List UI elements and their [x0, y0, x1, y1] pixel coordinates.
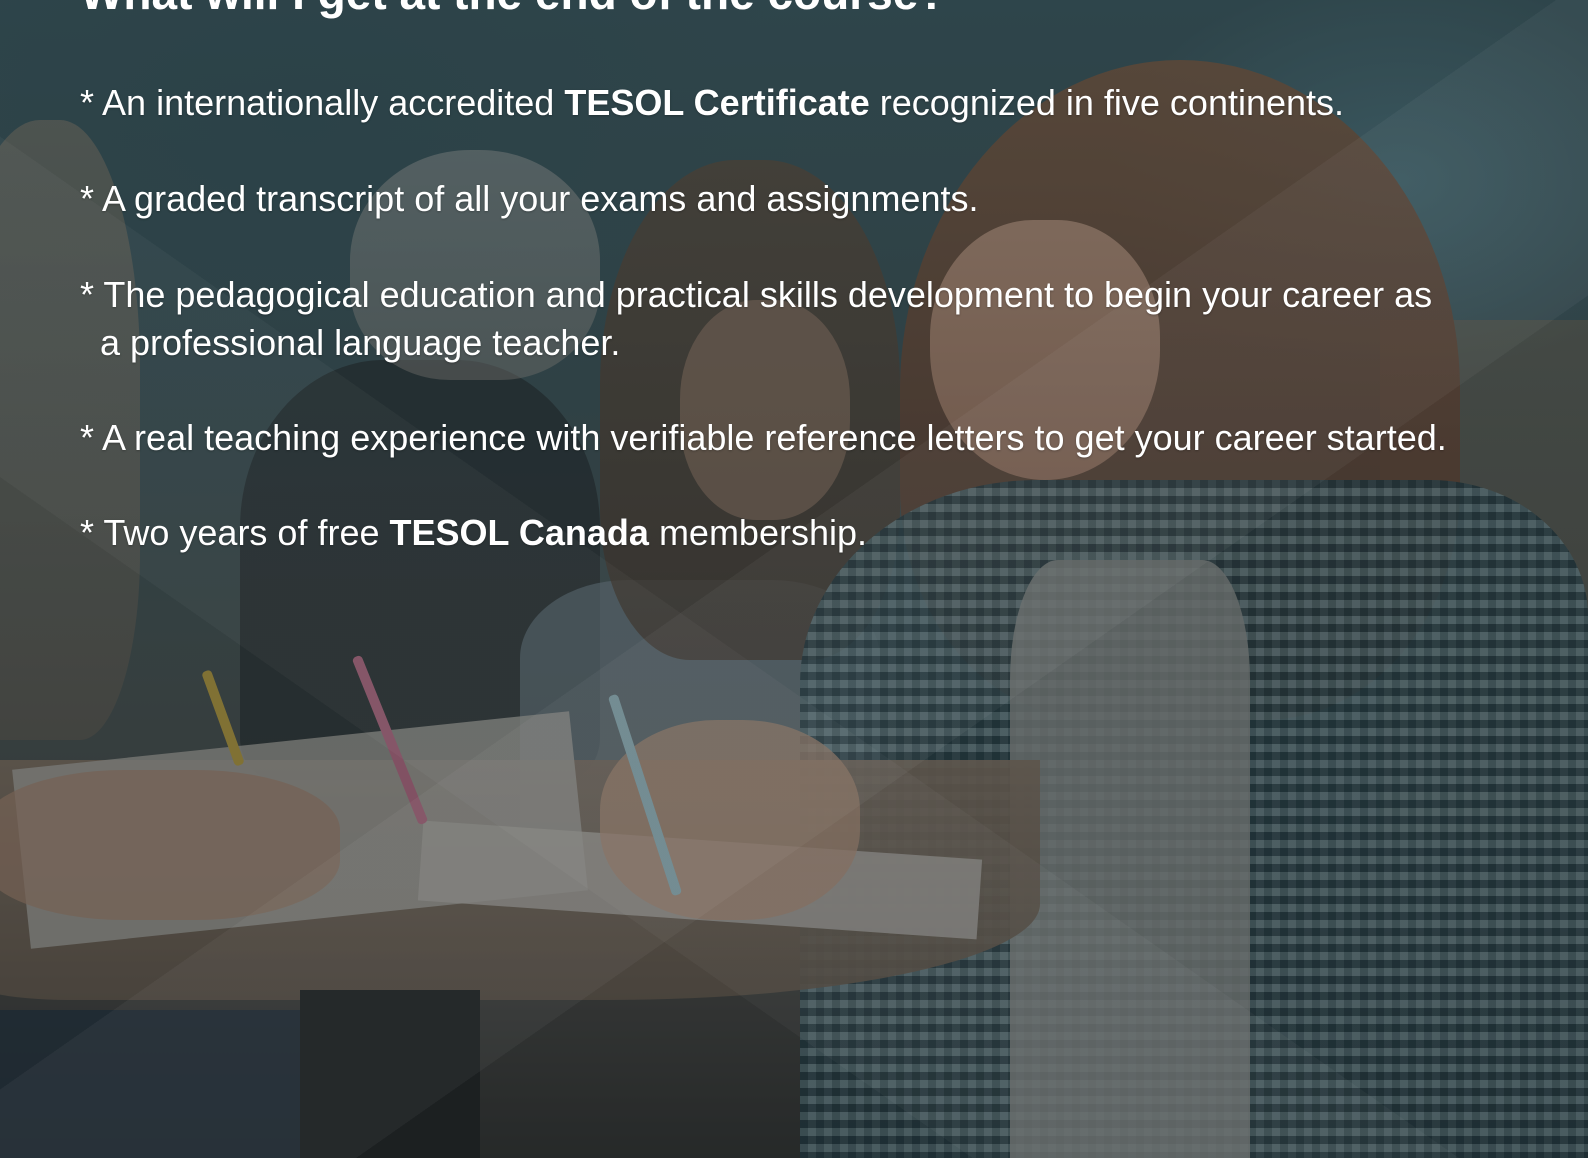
section-heading: What will I get at the end of the course…: [80, 0, 946, 20]
benefit-text-continued: a professional language teacher.: [100, 322, 621, 363]
benefit-text: membership.: [658, 512, 868, 553]
bullet-asterisk: *: [80, 417, 95, 458]
benefit-text: An internationally accredited: [102, 82, 555, 123]
benefit-item-transcript: * A graded transcript of all your exams …: [80, 175, 978, 223]
benefit-highlight: TESOL Certificate: [564, 82, 870, 123]
benefit-item-pedagogical-education: * The pedagogical education and practica…: [80, 271, 1432, 367]
benefit-text: Two years of free: [103, 512, 380, 553]
bullet-asterisk: *: [80, 178, 95, 219]
decorative-diagonal-shapes: [0, 0, 1588, 1158]
benefit-item-tesol-certificate: * An internationally accredited TESOL Ce…: [80, 79, 1344, 127]
benefit-text: A real teaching experience with verifiab…: [102, 417, 1447, 458]
bullet-asterisk: *: [80, 512, 95, 553]
page: What will I get at the end of the course…: [0, 0, 1588, 1158]
benefit-text: The pedagogical education and practical …: [103, 274, 1433, 315]
benefit-text: recognized in five continents.: [879, 82, 1345, 123]
benefit-item-membership: * Two years of free TESOL Canada members…: [80, 509, 867, 557]
bullet-asterisk: *: [80, 274, 95, 315]
benefit-item-teaching-experience: * A real teaching experience with verifi…: [80, 414, 1447, 462]
bullet-asterisk: *: [80, 82, 95, 123]
benefit-text: A graded transcript of all your exams an…: [102, 178, 979, 219]
benefit-highlight: TESOL Canada: [389, 512, 649, 553]
